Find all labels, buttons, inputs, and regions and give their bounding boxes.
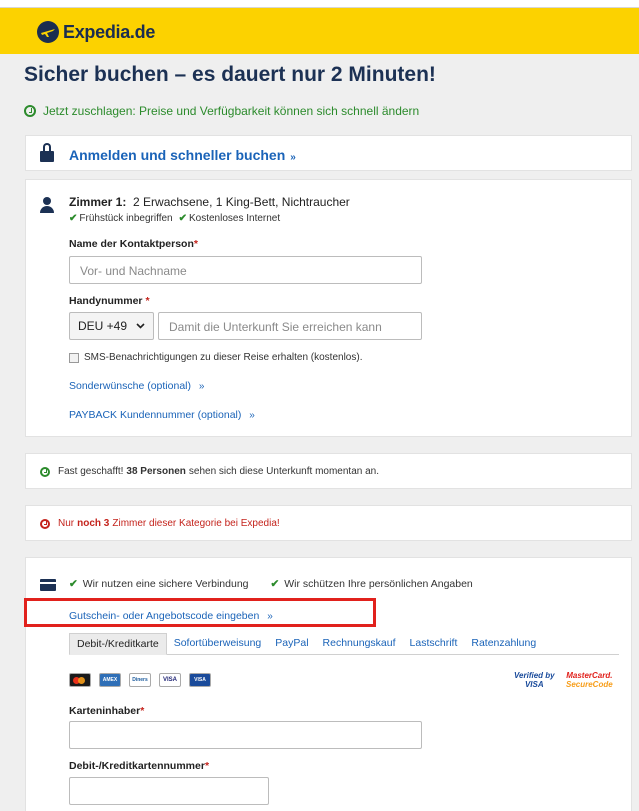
contact-name-label: Name der Kontaktperson* — [69, 238, 198, 250]
contact-panel: Zimmer 1: 2 Erwachsene, 1 King-Bett, Nic… — [25, 179, 632, 437]
room-summary: Zimmer 1: 2 Erwachsene, 1 King-Bett, Nic… — [69, 195, 350, 209]
amenity-item: ✔ Kostenloses Internet — [179, 213, 281, 224]
top-border — [0, 0, 639, 8]
login-link-label: Anmelden und schneller buchen — [69, 147, 286, 163]
site-header: Expedia.de — [0, 8, 639, 54]
payback-label: PAYBACK Kundennummer (optional) — [69, 409, 242, 421]
security-assurances: ✔ Wir nutzen eine sichere Verbindung ✔ W… — [69, 578, 473, 590]
required-mark: * — [193, 238, 198, 250]
viewers-prefix: Fast geschafft! — [58, 466, 124, 477]
special-requests-label: Sonderwünsche (optional) — [69, 380, 191, 392]
login-link[interactable]: Anmelden und schneller buchen » — [69, 147, 296, 163]
page-title: Sicher buchen – es dauert nur 2 Minuten! — [24, 63, 436, 86]
chevron-down-icon: » — [290, 152, 296, 163]
room-label: Zimmer 1: — [69, 195, 127, 209]
phone-label-text: Handynummer — [69, 295, 143, 307]
credit-card-icon — [40, 579, 56, 591]
required-mark: * — [145, 295, 150, 307]
lock-icon — [40, 143, 54, 162]
secure-connection-label: Wir nutzen eine sichere Verbindung — [82, 578, 249, 590]
card-holder-label-text: Karteninhaber — [69, 705, 141, 717]
tab-lastschrift[interactable]: Lastschrift — [403, 633, 465, 655]
sms-optin[interactable]: SMS-Benachrichtigungen zu dieser Reise e… — [69, 352, 362, 363]
verified-line2: VISA — [524, 680, 544, 689]
amenity-item: ✔ Frühstück inbegriffen — [69, 213, 173, 224]
verified-by-visa-logo: Verified by VISA — [514, 671, 555, 689]
visa-electron-logo: VISA — [189, 673, 211, 687]
required-mark: * — [204, 760, 210, 772]
check-icon: ✔ — [69, 213, 78, 224]
chevron-down-icon: » — [249, 410, 255, 421]
secure-connection: ✔ Wir nutzen eine sichere Verbindung — [69, 578, 249, 590]
data-protection-label: Wir schützen Ihre persönlichen Angaben — [284, 578, 473, 590]
chevron-down-icon: » — [198, 381, 205, 392]
mastercard-securecode-logo: MasterCard. SecureCode — [566, 671, 613, 689]
person-icon — [39, 197, 55, 213]
clock-icon — [24, 105, 36, 117]
chevron-down-icon — [136, 323, 145, 329]
tab-debit-credit-card[interactable]: Debit-/Kreditkarte — [69, 633, 167, 655]
rooms-prefix: Nur — [58, 518, 75, 529]
check-icon: ✔ — [69, 578, 78, 590]
verified-line1: Verified by — [514, 671, 555, 680]
amenity-label: Kostenloses Internet — [188, 213, 281, 224]
viewers-notice: Fast geschafft! 38 Personen sehen sich d… — [25, 453, 632, 489]
logo-text: Expedia.de — [63, 21, 156, 42]
card-brand-logos: AMEX Diners VISA VISA — [69, 673, 211, 687]
urgency-notice: Jetzt zuschlagen: Preise und Verfügbarke… — [24, 104, 419, 118]
card-number-label: Debit-/Kreditkartennummer* — [69, 760, 209, 772]
urgency-text: Jetzt zuschlagen: Preise und Verfügbarke… — [43, 104, 420, 118]
card-number-input[interactable] — [69, 777, 269, 805]
rooms-suffix: Zimmer dieser Kategorie bei Expedia! — [112, 518, 280, 529]
clock-icon — [40, 518, 50, 529]
payback-link[interactable]: PAYBACK Kundennummer (optional) » — [69, 409, 255, 421]
contact-name-input[interactable]: Vor- und Nachname — [69, 256, 422, 284]
diners-logo: Diners — [129, 673, 151, 687]
viewers-suffix: sehen sich diese Unterkunft momentan an. — [188, 466, 379, 477]
viewers-count: 38 Personen — [126, 466, 186, 477]
check-icon: ✔ — [270, 578, 280, 590]
sms-label: SMS-Benachrichtigungen zu dieser Reise e… — [84, 352, 363, 363]
special-requests-link[interactable]: Sonderwünsche (optional) » — [69, 380, 204, 392]
rooms-left-notice: Nur noch 3 Zimmer dieser Kategorie bei E… — [25, 505, 632, 541]
payment-method-tabs: Debit-/Kreditkarte Sofortüberweisung Pay… — [69, 633, 619, 655]
phone-label: Handynummer * — [69, 295, 150, 307]
clock-icon — [40, 466, 50, 477]
tab-sofortueberweisung[interactable]: Sofortüberweisung — [167, 633, 269, 655]
tab-paypal[interactable]: PayPal — [268, 633, 315, 655]
contact-name-label-text: Name der Kontaktperson — [69, 238, 194, 250]
rooms-left-text: Nur noch 3 Zimmer dieser Kategorie bei E… — [40, 518, 280, 529]
plane-globe-icon — [37, 21, 59, 43]
country-code-select[interactable]: DEU +49 — [69, 312, 154, 340]
card-holder-label: Karteninhaber* — [69, 705, 144, 717]
viewers-text: Fast geschafft! 38 Personen sehen sich d… — [40, 466, 379, 477]
card-holder-input[interactable] — [69, 721, 422, 749]
tab-rechnungskauf[interactable]: Rechnungskauf — [316, 633, 403, 655]
required-mark: * — [140, 705, 145, 717]
payment-panel: ✔ Wir nutzen eine sichere Verbindung ✔ W… — [25, 557, 632, 811]
visa-logo: VISA — [159, 673, 181, 687]
room-description: 2 Erwachsene, 1 King-Bett, Nichtraucher — [133, 195, 350, 209]
phone-input[interactable]: Damit die Unterkunft Sie erreichen kann — [158, 312, 422, 340]
amenity-label: Frühstück inbegriffen — [79, 213, 173, 224]
expedia-logo[interactable]: Expedia.de — [36, 20, 155, 44]
check-icon: ✔ — [178, 213, 187, 224]
amenities-list: ✔ Frühstück inbegriffen ✔ Kostenloses Inte… — [69, 213, 280, 224]
highlight-box — [24, 598, 376, 627]
card-number-label-text: Debit-/Kreditkartennummer — [69, 760, 205, 772]
data-protection: ✔ Wir schützen Ihre persönlichen Angaben — [271, 578, 473, 590]
login-panel: Anmelden und schneller buchen » — [25, 135, 632, 171]
mc-secure-line1: MasterCard. — [566, 671, 613, 680]
mc-secure-line2: SecureCode — [566, 680, 613, 689]
country-code-value: DEU +49 — [78, 319, 128, 333]
sms-checkbox[interactable] — [69, 352, 79, 363]
tab-ratenzahlung[interactable]: Ratenzahlung — [464, 633, 543, 655]
rooms-count: noch 3 — [77, 518, 110, 529]
amex-logo: AMEX — [99, 673, 121, 687]
mastercard-logo — [69, 673, 91, 687]
